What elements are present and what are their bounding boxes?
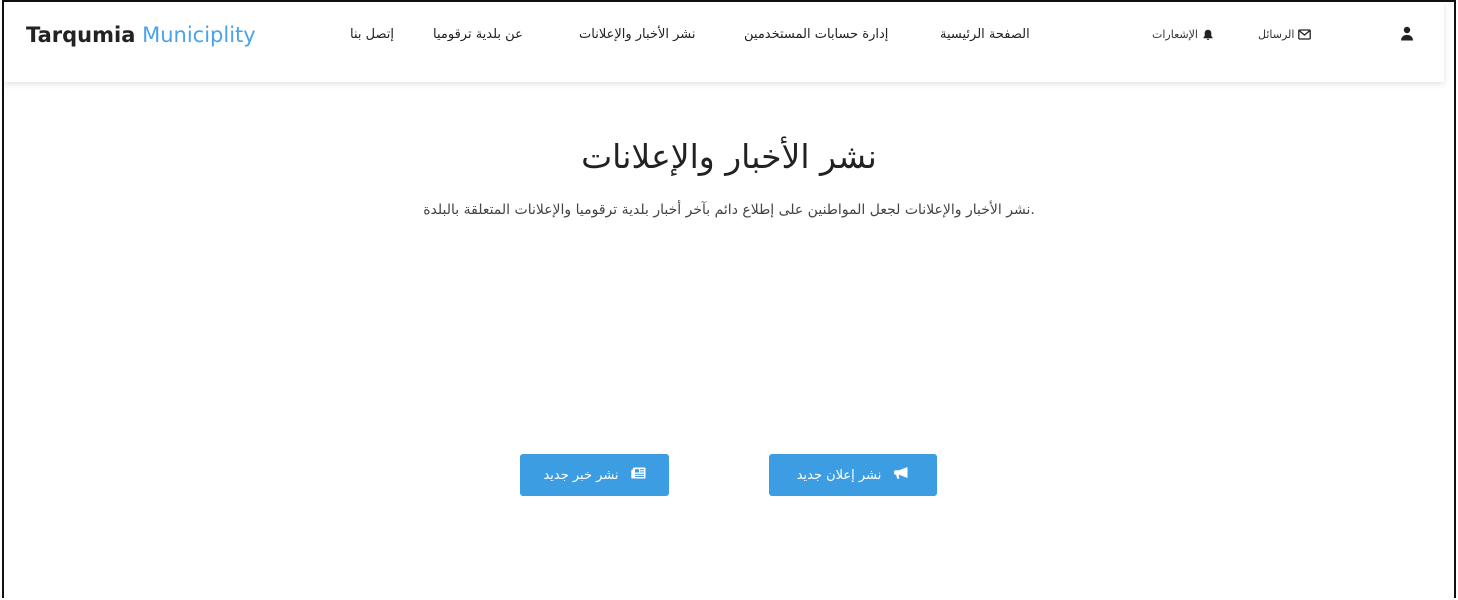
brand-name-primary: Tarqumia	[26, 23, 136, 47]
user-icon[interactable]	[1400, 26, 1414, 46]
notifications-label: الإشعارات	[1152, 28, 1198, 41]
page-title: نشر الأخبار والإعلانات	[581, 137, 877, 176]
notifications-link[interactable]: الإشعارات	[1152, 28, 1214, 41]
page-frame: Tarqumia Municiplity إتصل بنا عن بلدية ت…	[2, 0, 1456, 598]
page-subtitle: .نشر الأخبار والإعلانات لجعل المواطنين ع…	[423, 202, 1035, 218]
new-news-label: نشر خبر جديد	[543, 467, 619, 483]
bell-icon	[1202, 29, 1214, 41]
new-announcement-button[interactable]: نشر إعلان جديد	[769, 454, 937, 496]
brand-name-secondary: Municiplity	[142, 23, 256, 47]
new-announcement-label: نشر إعلان جديد	[796, 467, 882, 483]
nav-link-home[interactable]: الصفحة الرئيسية	[940, 27, 1030, 42]
navbar: Tarqumia Municiplity إتصل بنا عن بلدية ت…	[4, 2, 1444, 82]
envelope-icon	[1298, 29, 1312, 40]
newspaper-icon	[630, 467, 646, 483]
megaphone-icon	[893, 466, 909, 484]
nav-link-contact[interactable]: إتصل بنا	[350, 27, 394, 42]
brand-logo[interactable]: Tarqumia Municiplity	[26, 23, 256, 47]
nav-link-manage-accounts[interactable]: إدارة حسابات المستخدمين	[744, 27, 888, 42]
messages-label: الرسائل	[1258, 28, 1295, 41]
messages-link[interactable]: الرسائل	[1258, 28, 1312, 41]
new-news-button[interactable]: نشر خبر جديد	[520, 454, 669, 496]
nav-link-about[interactable]: عن بلدية ترقوميا	[433, 27, 523, 42]
nav-link-publish-news[interactable]: نشر الأخبار والإعلانات	[579, 27, 696, 42]
